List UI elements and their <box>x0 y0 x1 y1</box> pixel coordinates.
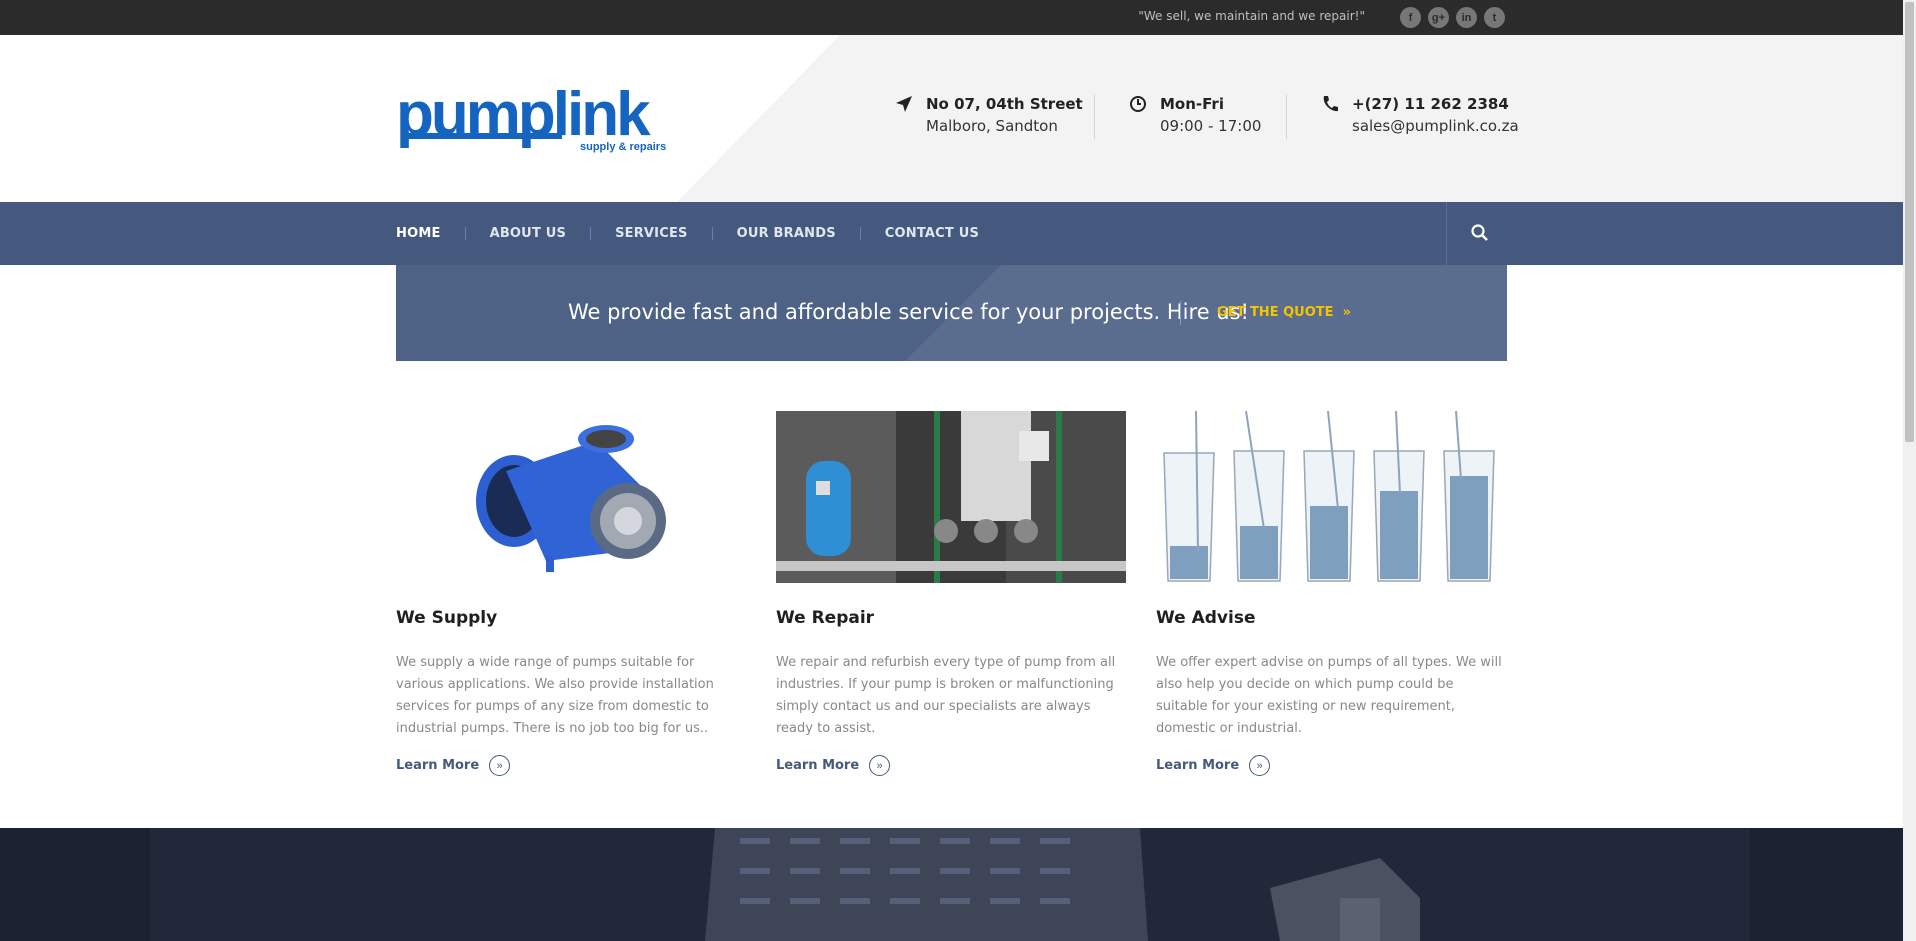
nav-item-contact-us[interactable]: CONTACT US <box>885 226 979 241</box>
feature-text: We supply a wide range of pumps suitable… <box>396 655 714 736</box>
footer-background-band <box>0 828 1903 941</box>
learn-more-label: Learn More <box>776 758 860 773</box>
contact-info: +(27) 11 262 2384 sales@pumplink.co.za <box>1320 95 1519 135</box>
search-icon[interactable] <box>1470 223 1490 243</box>
top-bar: "We sell, we maintain and we repair!" f … <box>0 0 1903 35</box>
twitter-icon[interactable]: t <box>1484 7 1505 28</box>
social-links: f g+ in t <box>1400 7 1505 28</box>
learn-more-link[interactable]: Learn More » <box>396 755 746 776</box>
pump-image <box>396 411 746 583</box>
nav-separator <box>590 227 592 240</box>
hours-days: Mon-Fri <box>1160 95 1224 113</box>
facebook-icon[interactable]: f <box>1400 7 1421 28</box>
google-plus-icon[interactable]: g+ <box>1428 7 1449 28</box>
site-header: pumplink supply & repairs No 07, 04th St… <box>0 35 1903 202</box>
email-address[interactable]: sales@pumplink.co.za <box>1352 117 1519 135</box>
nav-item-our-brands[interactable]: OUR BRANDS <box>737 226 836 241</box>
logo-wordmark: pumplink <box>396 83 651 149</box>
hours-time: 09:00 - 17:00 <box>1160 117 1262 135</box>
feature-advise: We Advise We offer expert advise on pump… <box>1156 411 1506 776</box>
feature-repair: We Repair We repair and refurbish every … <box>776 411 1126 776</box>
double-chevron-right-icon: » <box>1338 305 1351 320</box>
logo-subtitle: supply & repairs <box>580 141 666 153</box>
feature-title: We Repair <box>776 608 875 628</box>
phone-number[interactable]: +(27) 11 262 2384 <box>1352 95 1519 113</box>
address-line-1: No 07, 04th Street <box>926 95 1083 113</box>
scrollbar-thumb[interactable] <box>1905 2 1914 442</box>
main-nav: HOME ABOUT US SERVICES OUR BRANDS CONTAC… <box>0 202 1903 265</box>
tagline: "We sell, we maintain and we repair!" <box>1138 9 1365 23</box>
learn-more-link[interactable]: Learn More » <box>776 755 1126 776</box>
address-info: No 07, 04th Street Malboro, Sandton <box>894 95 1083 135</box>
header-divider <box>1094 95 1095 139</box>
feature-text: We offer expert advise on pumps of all t… <box>1156 655 1502 736</box>
linkedin-icon[interactable]: in <box>1456 7 1477 28</box>
phone-icon <box>1320 95 1340 115</box>
city-buildings-image <box>0 828 1903 941</box>
feature-text: We repair and refurbish every type of pu… <box>776 655 1116 736</box>
pump-installation-image <box>776 411 1126 583</box>
feature-supply: We Supply We supply a wide range of pump… <box>396 411 746 776</box>
nav-separator <box>711 227 713 240</box>
get-quote-button[interactable]: GET THE QUOTE » <box>1217 305 1351 320</box>
nav-divider <box>1446 202 1447 265</box>
feature-title: We Advise <box>1156 608 1256 628</box>
nav-separator <box>859 227 861 240</box>
double-chevron-right-icon: » <box>489 755 511 776</box>
nav-separator <box>464 227 466 240</box>
header-divider <box>1286 95 1287 139</box>
hours-info: Mon-Fri 09:00 - 17:00 <box>1128 95 1261 135</box>
learn-more-label: Learn More <box>396 758 480 773</box>
nav-item-services[interactable]: SERVICES <box>615 226 688 241</box>
cta-banner: We provide fast and affordable service f… <box>396 265 1507 361</box>
double-chevron-right-icon: » <box>1249 755 1271 776</box>
nav-item-home[interactable]: HOME <box>396 226 441 241</box>
banner-divider <box>1180 301 1181 325</box>
double-chevron-right-icon: » <box>869 755 891 776</box>
learn-more-label: Learn More <box>1156 758 1240 773</box>
nav-item-about-us[interactable]: ABOUT US <box>490 226 567 241</box>
get-quote-label: GET THE QUOTE <box>1217 305 1334 320</box>
pumplink-logo[interactable]: pumplink supply & repairs <box>396 80 691 163</box>
water-glasses-image <box>1156 411 1506 583</box>
address-line-2: Malboro, Sandton <box>926 117 1058 135</box>
location-arrow-icon <box>894 95 914 115</box>
clock-icon <box>1128 95 1148 115</box>
learn-more-link[interactable]: Learn More » <box>1156 755 1506 776</box>
banner-text: We provide fast and affordable service f… <box>568 300 1249 324</box>
page-scrollbar[interactable] <box>1903 0 1916 941</box>
feature-title: We Supply <box>396 608 498 628</box>
